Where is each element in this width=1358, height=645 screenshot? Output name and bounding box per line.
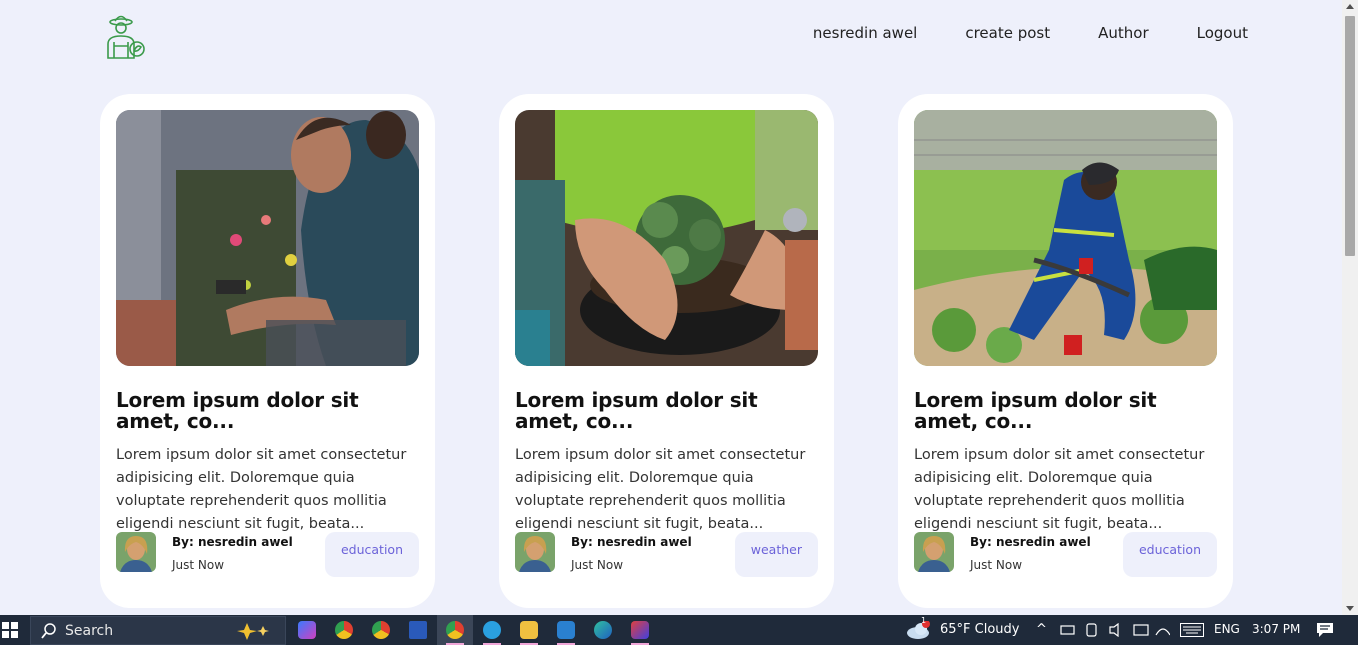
- sparkle-icon: [237, 622, 269, 640]
- gardening-photo-icon: [515, 110, 818, 366]
- post-title[interactable]: Lorem ipsum dolor sit amet, co...: [116, 390, 419, 432]
- telegram-app-icon[interactable]: [483, 621, 501, 639]
- file-explorer-app-icon[interactable]: [520, 621, 538, 639]
- search-label: Search: [65, 622, 114, 639]
- nav-author-link[interactable]: Author: [1098, 24, 1149, 42]
- post-excerpt: Lorem ipsum dolor sit amet consectetur a…: [116, 447, 407, 532]
- site-logo[interactable]: [102, 12, 148, 60]
- author-avatar-icon: [116, 532, 156, 572]
- gardening-photo-icon: [116, 110, 419, 366]
- language-indicator[interactable]: ENG: [1214, 622, 1240, 636]
- nav-create-post-link[interactable]: create post: [965, 24, 1050, 42]
- keyboard-icon[interactable]: [1180, 623, 1204, 637]
- post-time: Just Now: [970, 558, 1023, 572]
- post-meta: By: nesredin awel Just Now education: [116, 532, 419, 578]
- post-title[interactable]: Lorem ipsum dolor sit amet, co...: [914, 390, 1217, 432]
- post-card[interactable]: Lorem ipsum dolor sit amet, co... Lorem …: [499, 94, 834, 608]
- main-nav: nesredin awel create post Author Logout: [813, 24, 1248, 42]
- nav-profile-link[interactable]: nesredin awel: [813, 24, 917, 42]
- post-time: Just Now: [571, 558, 624, 572]
- word-app-icon[interactable]: [409, 621, 427, 639]
- post-time: Just Now: [172, 558, 225, 572]
- edge-app-icon[interactable]: [594, 621, 612, 639]
- scroll-thumb[interactable]: [1345, 16, 1355, 256]
- post-meta: By: nesredin awel Just Now education: [914, 532, 1217, 578]
- windows-taskbar: Search 1 65°F Cloudy ^ ENG 3:07 PM: [0, 615, 1358, 645]
- category-tag[interactable]: education: [324, 532, 419, 577]
- weather-cloud-icon[interactable]: [906, 621, 932, 639]
- post-thumbnail[interactable]: [914, 110, 1217, 366]
- category-tag[interactable]: education: [1122, 532, 1217, 577]
- weather-badge: 1: [921, 616, 927, 625]
- post-thumbnail[interactable]: [515, 110, 818, 366]
- post-meta: By: nesredin awel Just Now weather: [515, 532, 818, 578]
- post-author[interactable]: By: nesredin awel: [970, 535, 1091, 549]
- post-excerpt: Lorem ipsum dolor sit amet consectetur a…: [515, 447, 806, 532]
- notifications-icon[interactable]: [1316, 622, 1334, 638]
- chrome-active-app-icon[interactable]: [446, 621, 464, 639]
- chrome-app-icon[interactable]: [335, 621, 353, 639]
- copilot-app-icon[interactable]: [298, 621, 316, 639]
- post-author[interactable]: By: nesredin awel: [571, 535, 692, 549]
- author-avatar-icon: [914, 532, 954, 572]
- author-avatar[interactable]: [515, 532, 555, 572]
- author-avatar[interactable]: [116, 532, 156, 572]
- post-card[interactable]: Lorem ipsum dolor sit amet, co... Lorem …: [100, 94, 435, 608]
- vscode-app-icon[interactable]: [557, 621, 575, 639]
- nav-logout-link[interactable]: Logout: [1197, 24, 1248, 42]
- tray-overflow-icon[interactable]: ^: [1036, 622, 1047, 637]
- page-scrollbar[interactable]: [1342, 0, 1358, 615]
- author-avatar[interactable]: [914, 532, 954, 572]
- gardener-logo-icon: [107, 15, 145, 59]
- post-author[interactable]: By: nesredin awel: [172, 535, 293, 549]
- scroll-down-icon[interactable]: [1346, 606, 1354, 611]
- post-title[interactable]: Lorem ipsum dolor sit amet, co...: [515, 390, 818, 432]
- scroll-up-icon[interactable]: [1346, 4, 1354, 9]
- post-thumbnail[interactable]: [116, 110, 419, 366]
- author-avatar-icon: [515, 532, 555, 572]
- category-tag[interactable]: weather: [734, 532, 818, 577]
- post-excerpt: Lorem ipsum dolor sit amet consectetur a…: [914, 447, 1205, 532]
- chrome-profile-app-icon[interactable]: [372, 621, 390, 639]
- taskbar-search[interactable]: Search: [30, 616, 286, 645]
- windows-start-icon[interactable]: [2, 622, 18, 638]
- post-card[interactable]: Lorem ipsum dolor sit amet, co... Lorem …: [898, 94, 1233, 608]
- system-clock[interactable]: 3:07 PM: [1252, 622, 1300, 636]
- gardening-photo-icon: [914, 110, 1217, 366]
- system-tray-icons[interactable]: [1060, 623, 1170, 637]
- search-icon: [41, 622, 56, 639]
- git-app-icon[interactable]: [631, 621, 649, 639]
- weather-text[interactable]: 65°F Cloudy: [940, 622, 1019, 637]
